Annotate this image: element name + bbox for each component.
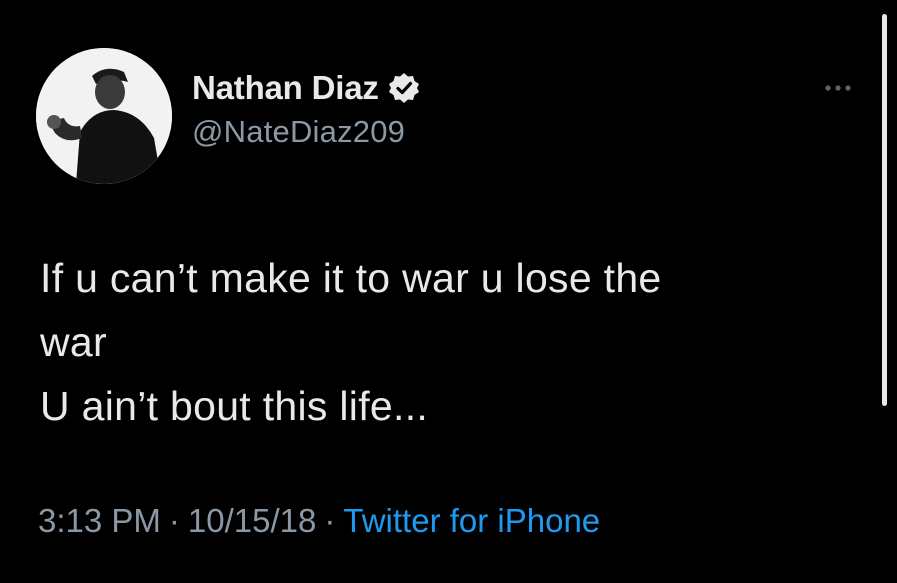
scrollbar[interactable] xyxy=(882,14,887,406)
avatar-photo xyxy=(36,48,172,184)
meta-separator: · xyxy=(168,502,180,539)
tweet-time[interactable]: 3:13 PM xyxy=(38,502,161,539)
verified-badge-icon xyxy=(387,71,421,105)
meta-separator: · xyxy=(324,502,336,539)
author-name-row[interactable]: Nathan Diaz xyxy=(192,66,421,110)
tweet-line: war xyxy=(40,319,107,365)
author-handle[interactable]: @NateDiaz209 xyxy=(192,114,405,150)
tweet-line: U ain’t bout this life... xyxy=(40,383,429,429)
tweet-card: Nathan Diaz @NateDiaz209 If u can’t make… xyxy=(0,0,897,583)
avatar[interactable] xyxy=(36,48,172,184)
more-options-icon[interactable] xyxy=(820,80,856,96)
tweet-source-link[interactable]: Twitter for iPhone xyxy=(343,502,600,539)
tweet-meta: 3:13 PM · 10/15/18 · Twitter for iPhone xyxy=(38,502,600,540)
tweet-date[interactable]: 10/15/18 xyxy=(188,502,316,539)
tweet-line: If u can’t make it to war u lose the xyxy=(40,255,662,301)
tweet-text: If u can’t make it to war u lose the war… xyxy=(40,246,860,438)
author-display-name[interactable]: Nathan Diaz xyxy=(192,69,379,107)
